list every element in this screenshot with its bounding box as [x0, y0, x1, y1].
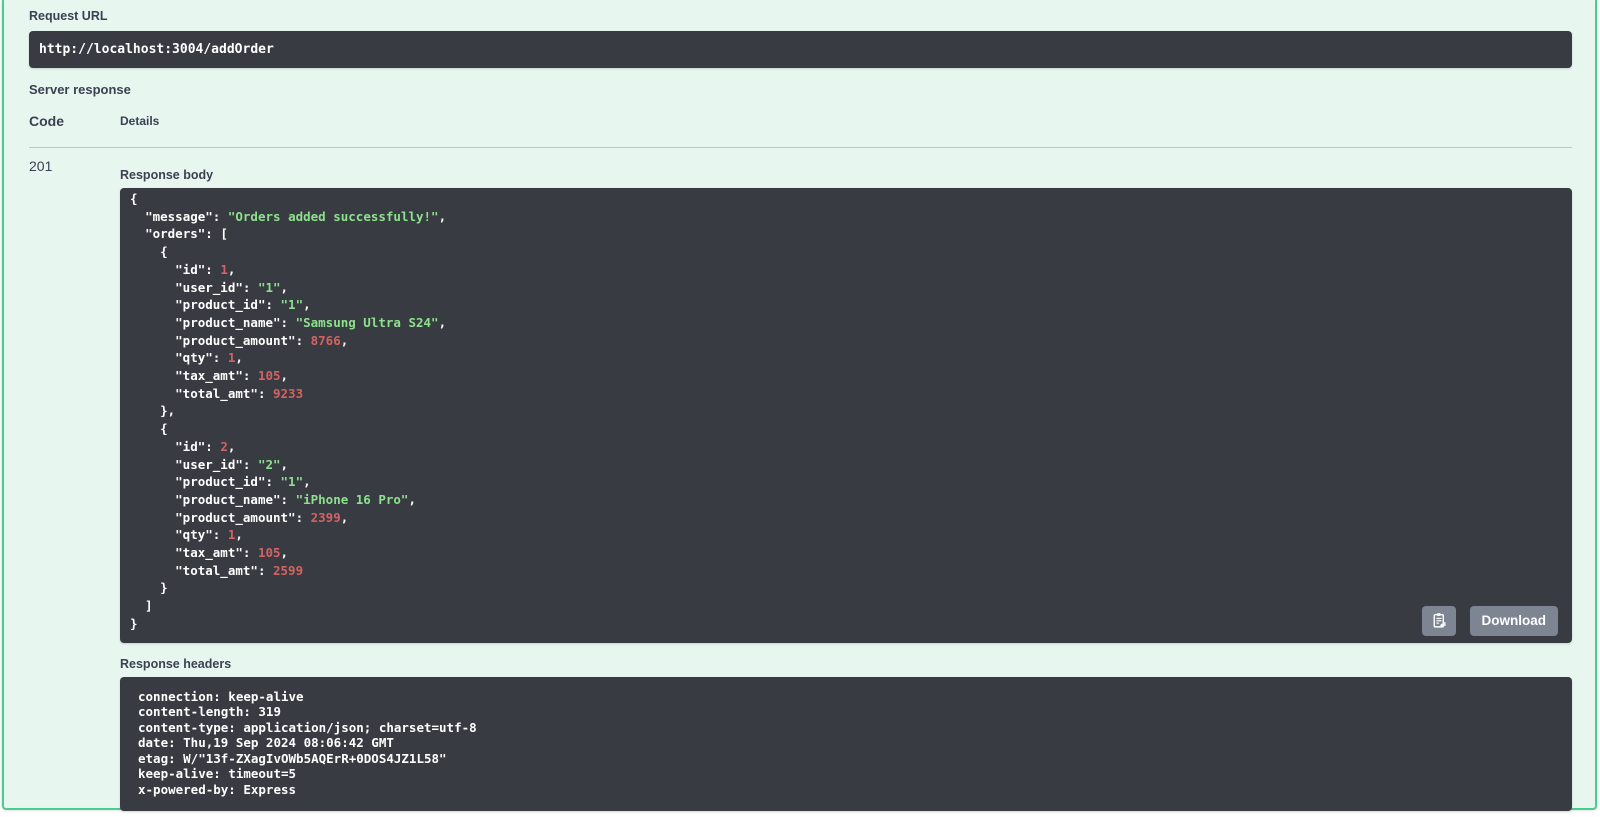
operation-response-panel: Request URL http://localhost:3004/addOrd…	[2, 0, 1597, 812]
panel-content: Request URL http://localhost:3004/addOrd…	[4, 0, 1595, 812]
request-url-label: Request URL	[29, 9, 108, 23]
response-body-code: { "message": "Orders added successfully!…	[130, 191, 447, 631]
responses-table: Code Details 201 Response body { "messag…	[29, 113, 1572, 812]
responses-table-header: Code Details	[29, 113, 1572, 148]
copy-to-clipboard-button[interactable]	[1421, 605, 1456, 636]
server-response-title: Server response	[29, 82, 131, 97]
download-button[interactable]: Download	[1469, 605, 1558, 636]
request-url-value: http://localhost:3004/addOrder	[39, 42, 274, 57]
request-url-bar: http://localhost:3004/addOrder	[29, 31, 1572, 68]
response-headers-code: connection: keep-alive content-length: 3…	[138, 688, 477, 797]
response-details: Response body { "message": "Orders added…	[120, 158, 1572, 812]
clipboard-copy-icon	[1430, 612, 1447, 629]
response-body-label: Response body	[120, 168, 214, 182]
details-column-header: Details	[120, 114, 160, 128]
response-headers-block: connection: keep-alive content-length: 3…	[120, 676, 1572, 812]
code-column-header: Code	[29, 113, 64, 129]
response-headers-label: Response headers	[120, 656, 232, 671]
status-code: 201	[29, 158, 53, 174]
response-body-actions: Download	[1421, 605, 1558, 636]
response-body-block: { "message": "Orders added successfully!…	[120, 188, 1572, 643]
response-row: 201 Response body { "message": "Orders a…	[29, 148, 1572, 812]
